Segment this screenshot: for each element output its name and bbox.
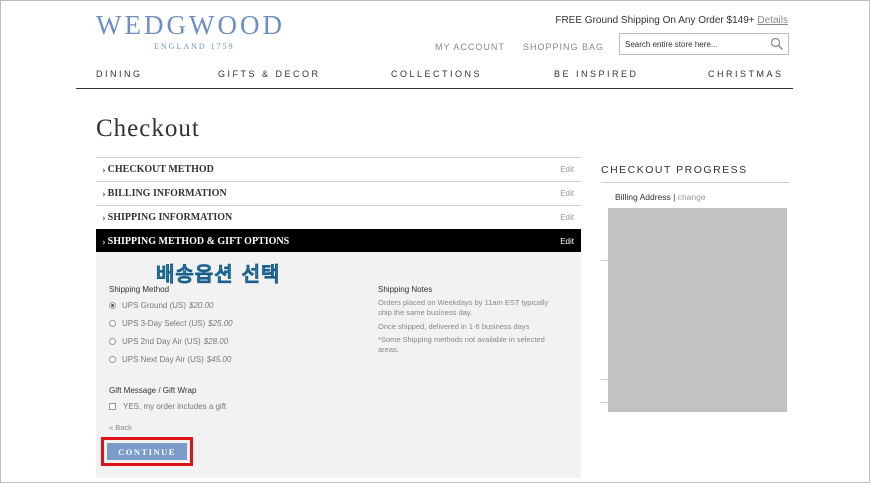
nav-christmas[interactable]: CHRISTMAS	[708, 69, 784, 79]
edit-link[interactable]: Edit	[560, 189, 574, 198]
nav-collections[interactable]: COLLECTIONS	[391, 69, 482, 79]
step-label: SHIPPING METHOD & GIFT OPTIONS	[107, 236, 290, 247]
shipping-promo: FREE Ground Shipping On Any Order $149+ …	[555, 15, 788, 26]
gift-label: Gift Message / Gift Wrap	[109, 386, 197, 395]
separator: |	[670, 192, 678, 202]
chevron-right-icon: ›	[102, 235, 106, 248]
option-price: $28.00	[203, 337, 229, 346]
step-billing-information[interactable]: › BILLING INFORMATION Edit	[96, 181, 581, 205]
shipping-option-ground[interactable]: UPS Ground (US) $20.00	[109, 301, 214, 310]
chevron-right-icon: ›	[102, 211, 106, 224]
redacted-area	[608, 208, 787, 412]
step-shipping-method[interactable]: › SHIPPING METHOD & GIFT OPTIONS Edit	[96, 229, 581, 253]
option-price: $25.00	[208, 319, 233, 328]
option-name: UPS Ground (US)	[122, 301, 187, 310]
gift-checkbox[interactable]	[109, 403, 116, 410]
chevron-right-icon: ›	[102, 187, 106, 200]
continue-button[interactable]: CONTINUE	[107, 443, 187, 460]
step-checkout-method[interactable]: › CHECKOUT METHOD Edit	[96, 157, 581, 181]
main-nav: DINING GIFTS & DECOR COLLECTIONS BE INSP…	[76, 66, 793, 89]
page-title: Checkout	[96, 115, 200, 142]
nav-gifts-decor[interactable]: GIFTS & DECOR	[218, 69, 321, 79]
shipping-method-panel: 배송옵션 선택 Shipping Method UPS Ground (US) …	[96, 252, 581, 478]
radio-button[interactable]	[109, 356, 116, 363]
continue-highlight: CONTINUE	[101, 437, 193, 466]
checkout-steps: › CHECKOUT METHOD Edit › BILLING INFORMA…	[96, 157, 581, 253]
shipping-method-label: Shipping Method	[109, 285, 170, 294]
step-label: BILLING INFORMATION	[107, 188, 227, 199]
change-link[interactable]: change	[678, 192, 706, 202]
edit-link[interactable]: Edit	[560, 213, 574, 222]
shipping-note: Once shipped, delivered in 1-6 business …	[378, 322, 530, 331]
gift-option-label: YES, my order includes a gift	[123, 402, 227, 411]
nav-dining[interactable]: DINING	[96, 69, 143, 79]
search-input[interactable]	[620, 34, 760, 55]
divider	[601, 182, 789, 183]
step-label: SHIPPING INFORMATION	[107, 212, 233, 223]
logo-brand: WEDGWOOD	[96, 10, 285, 40]
edit-link[interactable]: Edit	[560, 165, 574, 174]
radio-button[interactable]	[109, 302, 116, 309]
shipping-note: Orders placed on Weekdays by 11am EST ty…	[378, 298, 549, 317]
progress-billing-address: Billing Address | change	[615, 192, 706, 202]
promo-text: FREE Ground Shipping On Any Order $149+	[555, 15, 755, 26]
gift-option[interactable]: YES, my order includes a gift	[109, 402, 226, 411]
divider	[601, 402, 608, 403]
option-name: UPS 3-Day Select (US)	[122, 319, 206, 328]
shipping-option-3day[interactable]: UPS 3-Day Select (US) $25.00	[109, 319, 233, 328]
search-box	[619, 33, 789, 55]
option-price: $20.00	[189, 301, 214, 310]
my-account-link[interactable]: MY ACCOUNT	[435, 42, 505, 52]
annotation-label: 배송옵션 선택	[156, 262, 281, 287]
chevron-right-icon: ›	[102, 163, 106, 176]
progress-item-label: Billing Address	[615, 192, 671, 202]
step-shipping-information[interactable]: › SHIPPING INFORMATION Edit	[96, 205, 581, 229]
shipping-notes-label: Shipping Notes	[378, 285, 433, 294]
divider	[601, 260, 608, 261]
shipping-option-2nd-day[interactable]: UPS 2nd Day Air (US) $28.00	[109, 337, 228, 346]
shipping-note: *Some Shipping methods not available in …	[378, 335, 545, 354]
radio-button[interactable]	[109, 320, 116, 327]
divider	[601, 379, 608, 380]
back-link[interactable]: « Back	[109, 423, 132, 432]
step-label: CHECKOUT METHOD	[107, 164, 214, 175]
search-icon[interactable]	[770, 37, 784, 51]
nav-be-inspired[interactable]: BE INSPIRED	[554, 69, 639, 79]
option-price: $45.00	[206, 355, 232, 364]
logo-subtitle: ENGLAND 1759	[154, 42, 235, 51]
wedgwood-logo[interactable]: WEDGWOOD ENGLAND 1759	[96, 10, 285, 51]
promo-details-link[interactable]: Details	[757, 15, 788, 26]
option-name: UPS 2nd Day Air (US)	[122, 337, 201, 346]
option-name: UPS Next Day Air (US)	[122, 355, 204, 364]
edit-link[interactable]: Edit	[560, 237, 574, 246]
checkout-progress-title: CHECKOUT PROGRESS	[601, 164, 748, 176]
shipping-option-next-day[interactable]: UPS Next Day Air (US) $45.00	[109, 355, 231, 364]
shopping-bag-link[interactable]: SHOPPING BAG	[523, 42, 604, 52]
radio-button[interactable]	[109, 338, 116, 345]
